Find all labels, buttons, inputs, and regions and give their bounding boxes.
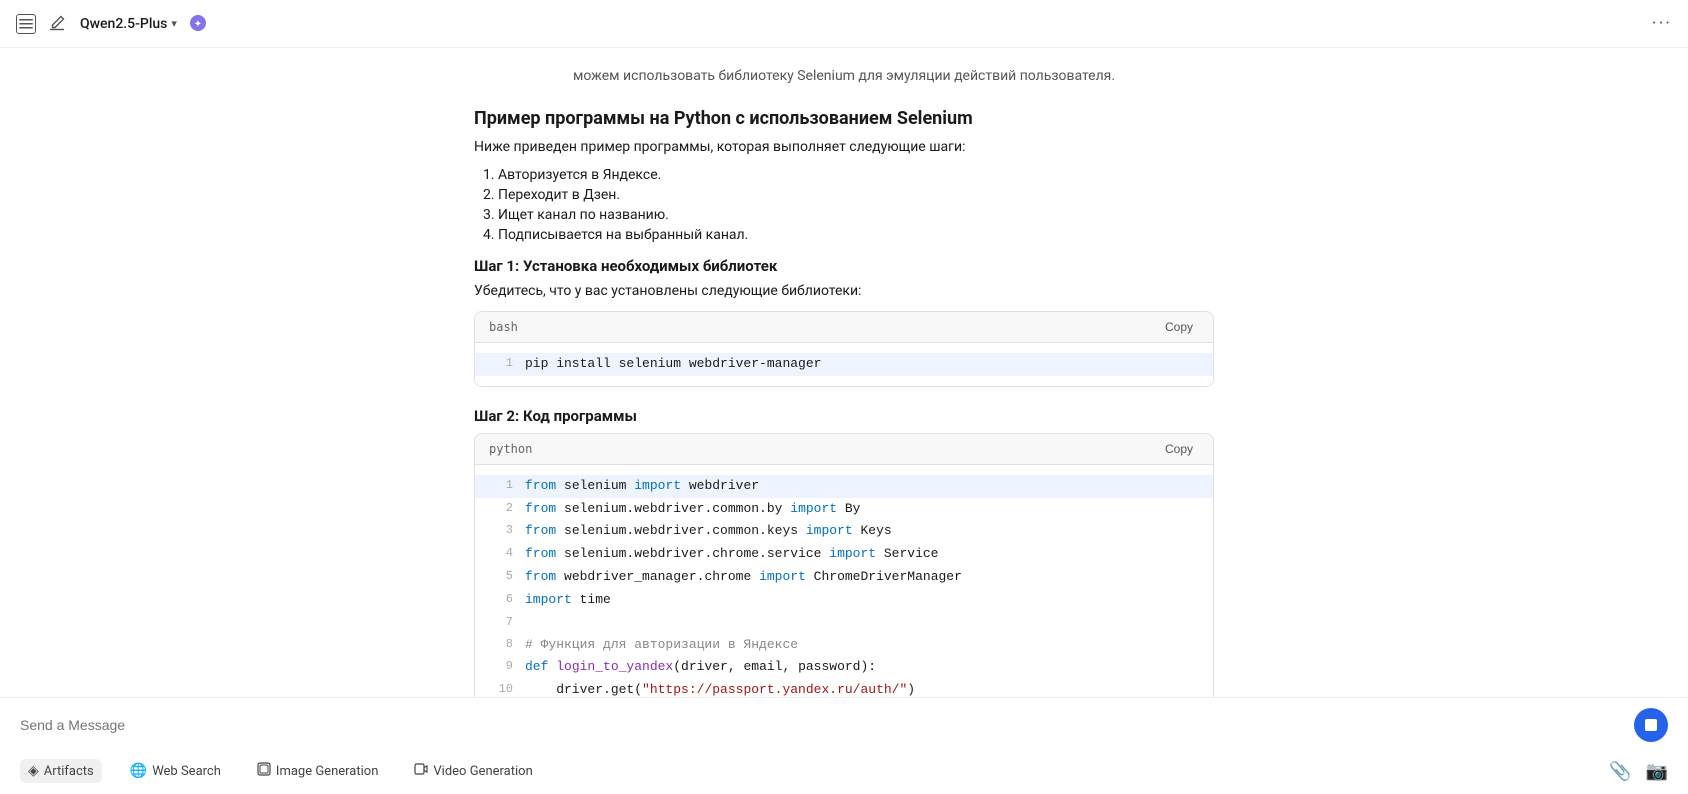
- toolbar-artifacts-button[interactable]: ◈ Artifacts: [20, 759, 102, 783]
- image-gen-icon: [257, 762, 271, 780]
- code-line: 5 from webdriver_manager.chrome import C…: [475, 566, 1213, 589]
- message-input[interactable]: [20, 717, 1624, 733]
- stop-icon: [1645, 719, 1657, 731]
- step1-body: Убедитесь, что у вас установлены следующ…: [474, 283, 1214, 299]
- python-code-block: python Copy 1 from selenium import webdr…: [474, 433, 1214, 697]
- toolbar-image-gen-button[interactable]: Image Generation: [249, 758, 386, 784]
- list-item: Авторизуется в Яндексе.: [498, 167, 1214, 183]
- list-item: Переходит в Дзен.: [498, 187, 1214, 203]
- code-line: 9 def login_to_yandex(driver, email, pas…: [475, 656, 1213, 679]
- python-lang-label: python: [489, 442, 532, 456]
- more-options-button[interactable]: ···: [1652, 13, 1672, 34]
- attach-file-button[interactable]: 📎: [1609, 761, 1631, 782]
- input-row: [0, 698, 1688, 752]
- step1-heading: Шаг 1: Установка необходимых библиотек: [474, 257, 1214, 275]
- code-line: 7: [475, 612, 1213, 634]
- sidebar-toggle-button[interactable]: [16, 14, 36, 34]
- bash-copy-button[interactable]: Copy: [1159, 318, 1199, 336]
- toolbar-row: ◈ Artifacts 🌐 Web Search Image Generatio…: [0, 752, 1688, 794]
- code-line: 10 driver.get("https://passport.yandex.r…: [475, 679, 1213, 697]
- bash-code-block: bash Copy 1 pip install selenium webdriv…: [474, 311, 1214, 387]
- code-line: 6 import time: [475, 589, 1213, 612]
- intro-body: Ниже приведен пример программы, которая …: [474, 139, 1214, 155]
- main-heading: Пример программы на Python с использован…: [474, 108, 1214, 129]
- code-line: 2 from selenium.webdriver.common.by impo…: [475, 498, 1213, 521]
- code-line: 4 from selenium.webdriver.chrome.service…: [475, 543, 1213, 566]
- new-chat-button[interactable]: [48, 14, 68, 34]
- web-search-icon: 🌐: [130, 763, 147, 779]
- steps-list: Авторизуется в Яндексе. Переходит в Дзен…: [498, 167, 1214, 243]
- bash-lang-label: bash: [489, 320, 518, 334]
- svg-text:✦: ✦: [194, 19, 202, 30]
- bash-code-body: 1 pip install selenium webdriver-manager: [475, 343, 1213, 386]
- toolbar-web-search-button[interactable]: 🌐 Web Search: [122, 759, 229, 783]
- intro-text: можем использовать библиотеку Selenium д…: [474, 68, 1214, 84]
- python-code-body: 1 from selenium import webdriver 2 from …: [475, 465, 1213, 697]
- notification-icon[interactable]: ✦: [189, 14, 209, 34]
- image-gen-label: Image Generation: [276, 764, 378, 779]
- toolbar-right-actions: 📎 📷: [1609, 761, 1668, 782]
- main-content: можем использовать библиотеку Selenium д…: [0, 48, 1688, 697]
- topbar: Qwen2.5-Plus ▾ ✦ ···: [0, 0, 1688, 48]
- model-name-label: Qwen2.5-Plus: [80, 16, 167, 32]
- camera-button[interactable]: 📷: [1646, 761, 1668, 782]
- artifacts-icon: ◈: [28, 763, 39, 779]
- bottom-area: ◈ Artifacts 🌐 Web Search Image Generatio…: [0, 697, 1688, 794]
- model-selector[interactable]: Qwen2.5-Plus ▾: [80, 16, 177, 32]
- list-item: Ищет канал по названию.: [498, 207, 1214, 223]
- artifacts-label: Artifacts: [44, 764, 94, 779]
- list-item: Подписывается на выбранный канал.: [498, 227, 1214, 243]
- bash-code-header: bash Copy: [475, 312, 1213, 343]
- web-search-label: Web Search: [152, 764, 221, 779]
- python-copy-button[interactable]: Copy: [1159, 440, 1199, 458]
- step2-heading: Шаг 2: Код программы: [474, 407, 1214, 425]
- code-line: 3 from selenium.webdriver.common.keys im…: [475, 520, 1213, 543]
- chevron-down-icon: ▾: [171, 17, 177, 30]
- code-line: 1 from selenium import webdriver: [475, 475, 1213, 498]
- stop-button[interactable]: [1634, 708, 1668, 742]
- video-gen-icon: [414, 762, 428, 780]
- code-line: 1 pip install selenium webdriver-manager: [475, 353, 1213, 376]
- python-code-header: python Copy: [475, 434, 1213, 465]
- code-line: 8 # Функция для авторизации в Яндексе: [475, 634, 1213, 657]
- video-gen-label: Video Generation: [433, 764, 532, 779]
- toolbar-video-gen-button[interactable]: Video Generation: [406, 758, 540, 784]
